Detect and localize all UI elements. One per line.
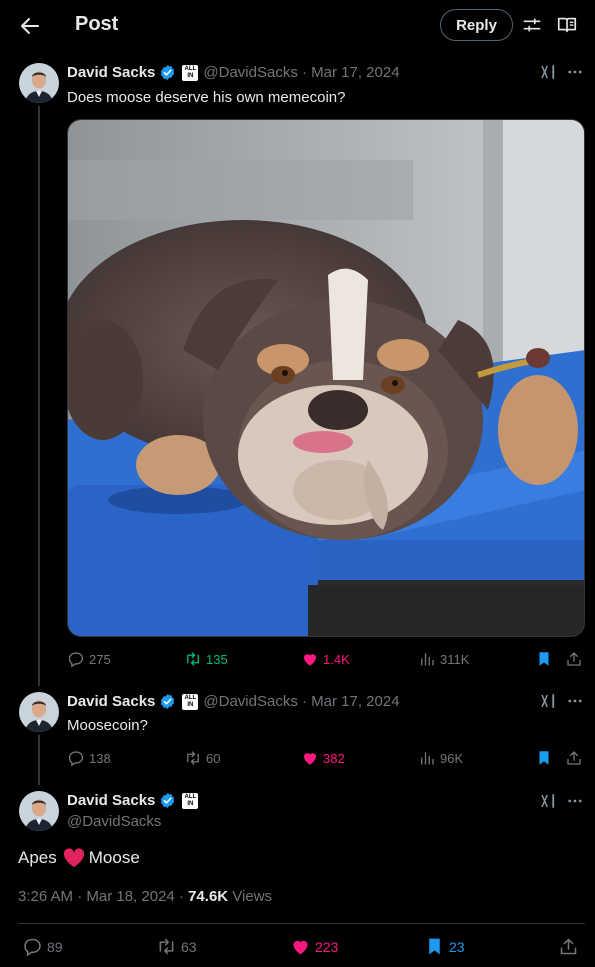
verified-icon [161, 65, 175, 80]
views-icon [421, 653, 434, 666]
more-icon[interactable] [566, 792, 584, 810]
timestamp[interactable]: 3:26 AM · Mar 18, 2024 · [18, 888, 188, 905]
author-name[interactable]: David Sacks [67, 693, 155, 710]
author-name[interactable]: David Sacks [67, 64, 155, 81]
bookmark-action[interactable] [535, 650, 553, 668]
share-action[interactable] [565, 650, 583, 668]
verified-icon [161, 793, 175, 808]
share-action[interactable] [558, 936, 579, 957]
main-text-before: Apes [18, 848, 57, 867]
avatar[interactable] [19, 63, 59, 103]
share-icon [567, 652, 581, 666]
retweet-icon [187, 652, 199, 666]
tweet-photo[interactable] [67, 119, 585, 637]
tweet-header: David Sacks ALL IN @DavidSacks · Mar 17, … [67, 693, 400, 710]
red-heart-emoji-icon [63, 848, 84, 868]
views-action[interactable]: 311K [418, 650, 469, 668]
like-icon [304, 753, 316, 765]
reader-icon[interactable] [556, 14, 578, 36]
reply-icon [68, 652, 84, 668]
reply-action[interactable]: 138 [67, 749, 111, 767]
tweet-text: Does moose deserve his own memecoin? [67, 89, 346, 106]
views-count: 74.6K [188, 888, 229, 905]
like-action[interactable]: 382 [301, 749, 345, 767]
like-action[interactable]: 1.4K [301, 650, 350, 668]
tweet-meta[interactable]: @DavidSacks · Mar 17, 2024 [203, 64, 399, 81]
grok-icon[interactable] [539, 63, 557, 81]
tweet-text: Moosecoin? [67, 717, 148, 734]
tweet-actions: 275 135 1.4K 311K [67, 650, 585, 670]
author-name[interactable]: David Sacks [67, 792, 155, 809]
retweet-count: 135 [206, 651, 228, 667]
verified-icon [161, 694, 175, 709]
sliders-icon[interactable] [521, 14, 543, 36]
main-tweet-meta: 3:26 AM · Mar 18, 2024 · 74.6K Views [18, 888, 272, 905]
reply-count: 275 [89, 651, 111, 667]
retweet-count: 60 [206, 750, 221, 766]
reply-count: 138 [89, 750, 111, 766]
tweet-header: David Sacks ALL IN [67, 792, 199, 809]
divider [18, 923, 585, 924]
page-title: Post [75, 13, 119, 35]
like-count: 223 [315, 938, 339, 955]
bookmark-action[interactable]: 23 [424, 936, 465, 957]
tweet-header: David Sacks ALL IN @DavidSacks · Mar 17, … [67, 64, 400, 81]
reply-icon [68, 751, 84, 767]
like-icon [293, 940, 308, 955]
main-tweet-text: Apes Moose [18, 848, 140, 868]
tweet-meta[interactable]: @DavidSacks · Mar 17, 2024 [203, 693, 399, 710]
more-icon[interactable] [566, 692, 584, 710]
more-icon[interactable] [566, 63, 584, 81]
grok-icon[interactable] [539, 792, 557, 810]
reply-button[interactable]: Reply [440, 9, 513, 41]
reply-count: 89 [47, 938, 63, 955]
like-count: 382 [323, 750, 345, 766]
views-label: Views [228, 888, 273, 905]
avatar[interactable] [19, 791, 59, 831]
bookmark-count: 23 [449, 938, 465, 955]
bookmark-icon [539, 652, 549, 666]
share-icon [560, 938, 577, 955]
main-text-after: Moose [88, 848, 140, 867]
thread-line [38, 735, 40, 785]
retweet-icon [187, 751, 199, 765]
author-handle[interactable]: @DavidSacks [67, 813, 161, 830]
views-action[interactable]: 96K [418, 749, 463, 767]
like-count: 1.4K [323, 651, 350, 667]
bookmark-icon [539, 751, 549, 765]
views-count: 96K [440, 750, 464, 766]
views-icon [421, 752, 434, 765]
back-arrow-icon[interactable] [18, 14, 42, 38]
retweet-action[interactable]: 63 [156, 936, 197, 957]
reply-icon [24, 938, 41, 957]
thread-line [38, 106, 40, 686]
retweet-count: 63 [181, 938, 197, 955]
retweet-action[interactable]: 60 [184, 749, 220, 767]
bookmark-action[interactable] [535, 749, 553, 767]
like-icon [304, 654, 316, 666]
share-action[interactable] [565, 749, 583, 767]
avatar[interactable] [19, 692, 59, 732]
affiliate-badge[interactable]: ALL IN [182, 64, 199, 81]
affiliate-badge[interactable]: ALL IN [182, 693, 199, 710]
views-count: 311K [440, 651, 470, 667]
share-icon [567, 751, 581, 765]
tweet-actions: 138 60 382 96K [67, 749, 585, 769]
reply-action[interactable]: 275 [67, 650, 111, 668]
retweet-action[interactable]: 135 [184, 650, 228, 668]
retweet-icon [159, 938, 174, 955]
main-tweet-actions: 89 63 223 23 [18, 936, 585, 960]
top-bar: Post Reply [0, 0, 595, 52]
grok-icon[interactable] [539, 692, 557, 710]
reply-action[interactable]: 89 [22, 936, 63, 957]
like-action[interactable]: 223 [290, 936, 338, 957]
bookmark-icon [429, 938, 440, 955]
affiliate-badge[interactable]: ALL IN [182, 792, 199, 809]
